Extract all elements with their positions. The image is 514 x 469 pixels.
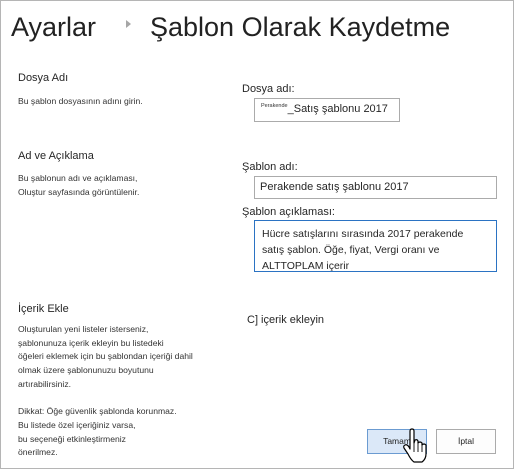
template-name-label: Şablon adı:	[242, 161, 298, 173]
section-title-name-description: Ad ve Açıklama	[18, 150, 94, 162]
breadcrumb-root[interactable]: Ayarlar	[11, 10, 96, 44]
file-name-value: _Satış şablonu 2017	[287, 103, 388, 115]
file-name-input[interactable]: Perakende_Satış şablonu 2017	[254, 98, 400, 122]
cancel-button[interactable]: İptal	[436, 429, 496, 454]
section-title-file-name: Dosya Adı	[18, 72, 69, 84]
hand-cursor-icon	[403, 428, 427, 463]
template-name-value: Perakende satış şablonu 2017	[260, 181, 409, 193]
section-desc-name-description: Bu şablonun adı ve açıklaması, Oluştur s…	[18, 173, 140, 197]
section-title-include-content: İçerik Ekle	[18, 303, 69, 315]
file-name-label: Dosya adı:	[242, 83, 295, 95]
page-title: Şablon Olarak Kaydetme	[150, 12, 451, 42]
template-description-value: Hücre satışlarını sırasında 2017 peraken…	[262, 228, 464, 272]
section-desc-file-name: Bu şablon dosyasının adını girin.	[18, 96, 143, 106]
section-desc-include-content: Oluşturulan yeni listeler isterseniz, şa…	[18, 324, 193, 458]
file-name-prefix: Perakende	[261, 103, 288, 109]
template-description-label: Şablon açıklaması:	[242, 206, 335, 218]
breadcrumb-separator-icon	[126, 20, 131, 28]
template-name-input[interactable]: Perakende satış şablonu 2017	[254, 176, 497, 199]
include-content-checkbox[interactable]: C] içerik ekleyin	[247, 314, 324, 326]
template-description-textarea[interactable]: Hücre satışlarını sırasında 2017 peraken…	[254, 220, 497, 272]
